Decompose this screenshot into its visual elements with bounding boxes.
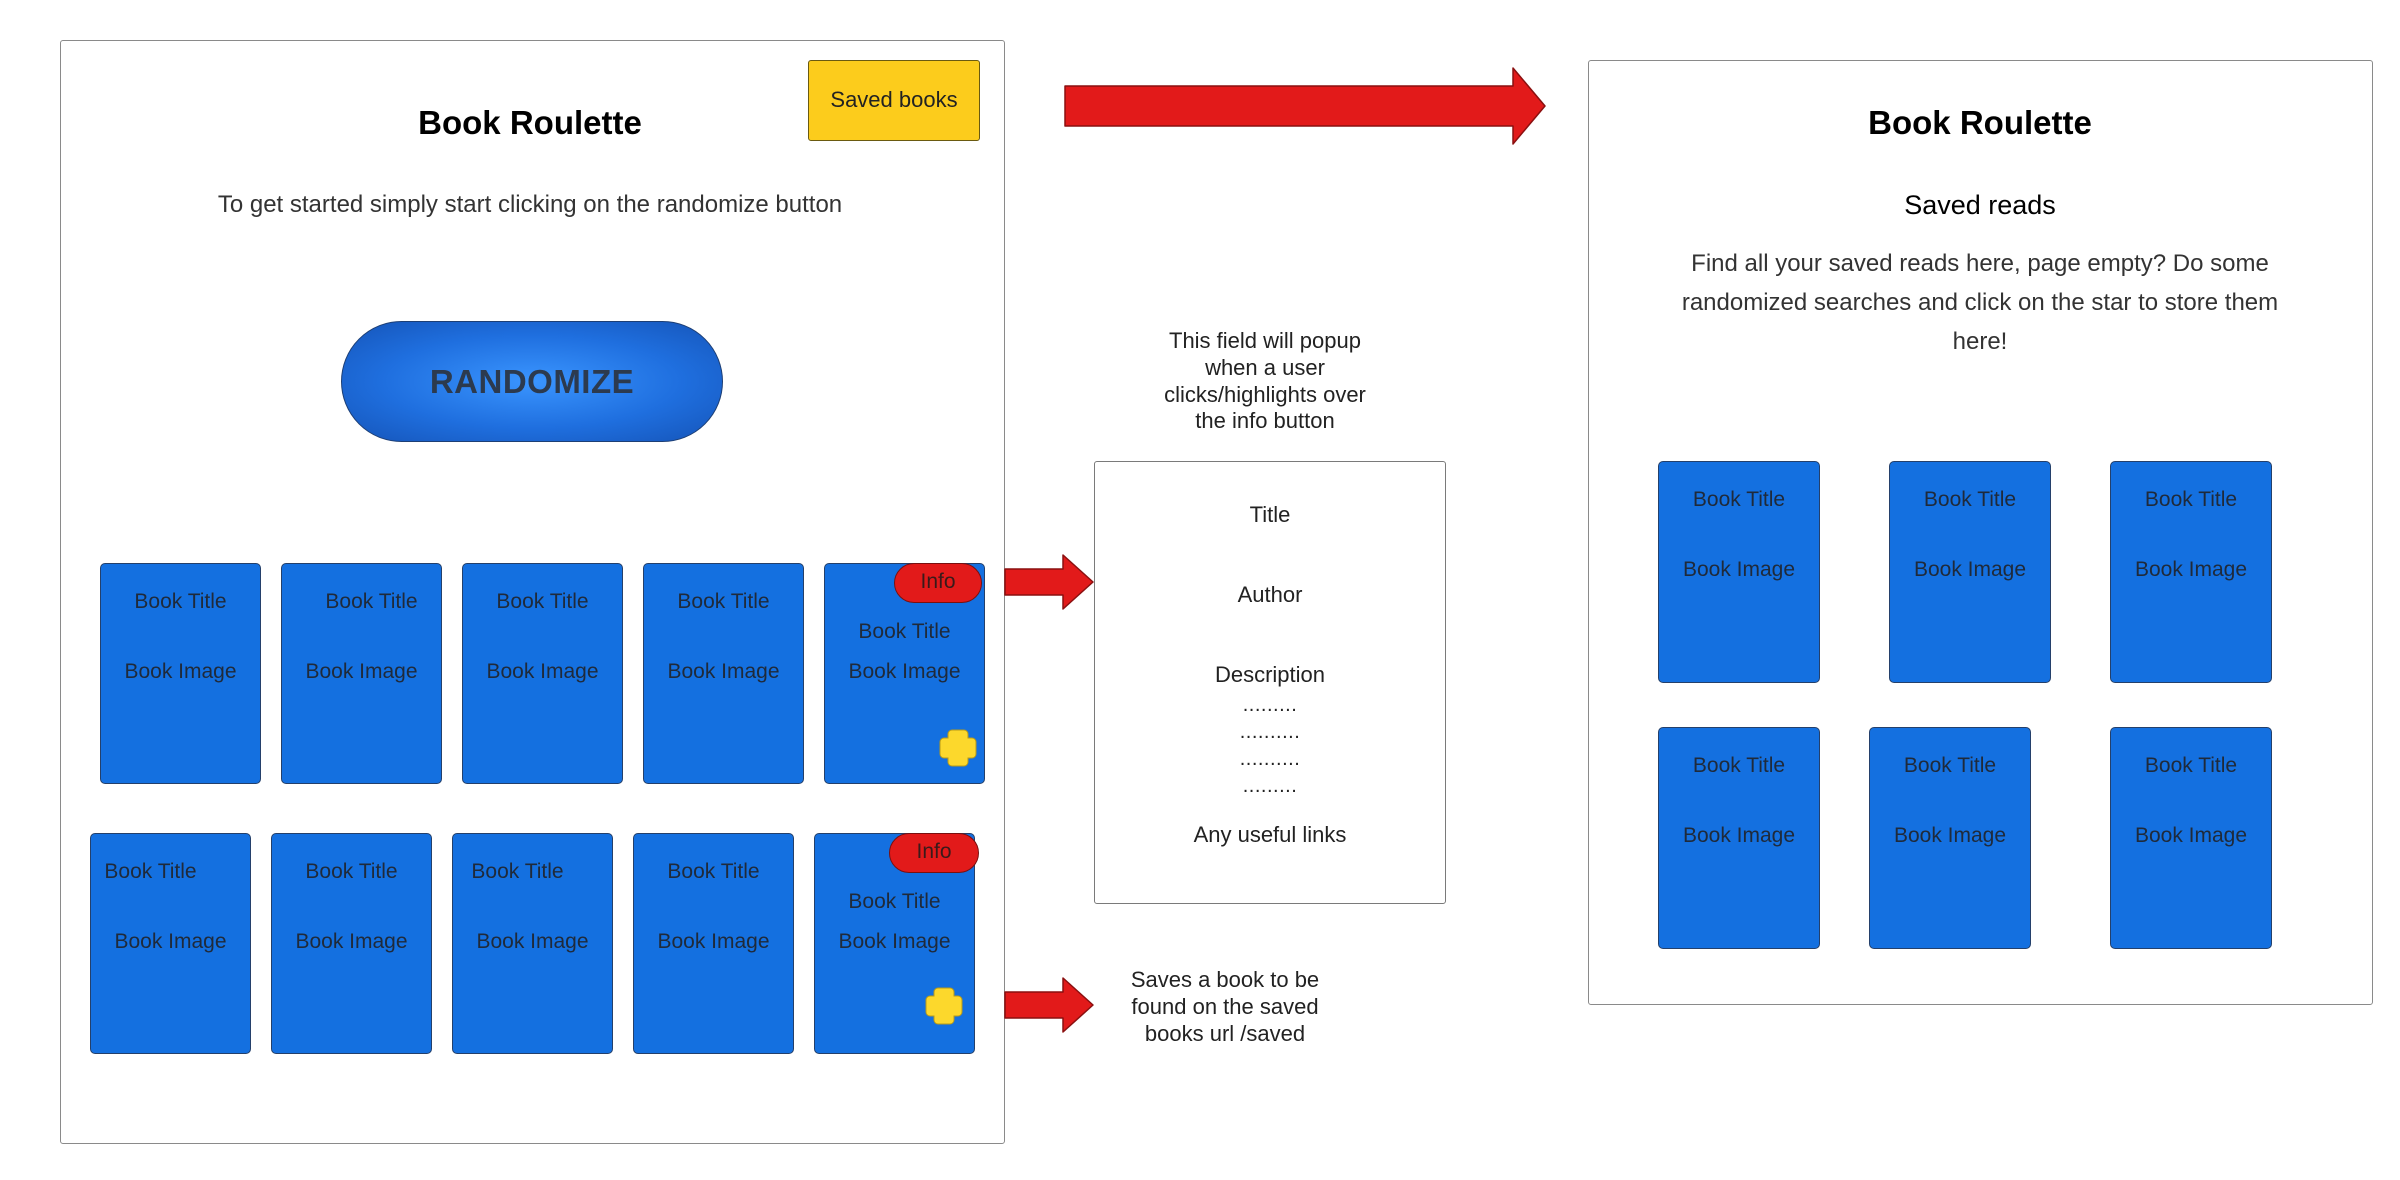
star-icon[interactable] (924, 986, 964, 1026)
book-image: Book Image (838, 930, 951, 953)
book-title: Book Title (471, 860, 564, 883)
popup-dots: ......... (1242, 775, 1298, 797)
arrow-right-icon (1004, 554, 1094, 610)
book-title: Book Title (677, 590, 770, 613)
book-title: Book Title (496, 590, 589, 613)
book-card[interactable]: Book Title Book Image (643, 563, 804, 784)
saved-book-card[interactable]: Book Title Book Image (2110, 727, 2272, 949)
book-card[interactable]: Book Title Book Image (281, 563, 442, 784)
popup-title: Title (1249, 502, 1291, 527)
book-image: Book Image (1682, 824, 1796, 847)
popup-annotation: This field will popup when a user clicks… (1164, 328, 1366, 434)
book-image: Book Image (1682, 558, 1796, 581)
book-title: Book Title (1923, 488, 2017, 511)
book-title: Book Title (104, 860, 197, 883)
book-title: Book Title (305, 860, 398, 883)
book-image: Book Image (114, 930, 227, 953)
info-button[interactable]: Info (889, 833, 979, 873)
book-card[interactable]: Book Title Book Image (90, 833, 251, 1054)
popup-links[interactable]: Any useful links (1095, 822, 1445, 848)
arrow-right-icon (1064, 67, 1546, 145)
book-card[interactable]: Book Title Book Image (271, 833, 432, 1054)
popup-description: Description (1214, 662, 1326, 687)
book-image: Book Image (295, 930, 408, 953)
book-image: Book Image (667, 660, 780, 683)
book-card[interactable]: Book Title Book Image (452, 833, 613, 1054)
book-title: Book Title (848, 890, 941, 913)
popup-dots: .......... (1239, 721, 1301, 743)
book-card[interactable]: Book Title Book Image (633, 833, 794, 1054)
book-image: Book Image (1893, 824, 2007, 847)
saved-page-description: Find all your saved reads here, page emp… (1681, 250, 2279, 355)
book-image: Book Image (2134, 824, 2248, 847)
book-card[interactable]: Book Title Book Image (462, 563, 623, 784)
saved-page-title: Book Roulette (1868, 104, 2092, 141)
saved-books-button[interactable]: Saved books (808, 60, 980, 141)
book-image: Book Image (657, 930, 770, 953)
saved-book-card[interactable]: Book Title Book Image (1658, 727, 1820, 949)
info-button[interactable]: Info (894, 563, 982, 603)
book-image: Book Image (2134, 558, 2248, 581)
saved-book-card[interactable]: Book Title Book Image (1889, 461, 2051, 683)
star-icon[interactable] (938, 728, 978, 768)
book-title: Book Title (325, 590, 418, 613)
saved-book-card[interactable]: Book Title Book Image (2110, 461, 2272, 683)
popup-author: Author (1237, 582, 1303, 607)
saved-book-card[interactable]: Book Title Book Image (1869, 727, 2031, 949)
book-title: Book Title (667, 860, 760, 883)
book-title: Book Title (1692, 488, 1786, 511)
book-title: Book Title (1903, 754, 1997, 777)
book-image: Book Image (486, 660, 599, 683)
book-title: Book Title (2144, 488, 2238, 511)
main-page-subtitle: To get started simply start clicking on … (217, 191, 843, 218)
book-title: Book Title (1692, 754, 1786, 777)
book-title: Book Title (858, 620, 951, 643)
book-image: Book Image (848, 660, 961, 683)
main-page-title: Book Roulette (418, 104, 642, 141)
book-title: Book Title (134, 590, 227, 613)
book-image: Book Image (1913, 558, 2027, 581)
popup-dots: ......... (1242, 694, 1298, 716)
book-image: Book Image (124, 660, 237, 683)
save-annotation: Saves a book to be found on the saved bo… (1130, 967, 1320, 1046)
book-image: Book Image (305, 660, 418, 683)
book-title: Book Title (2144, 754, 2238, 777)
book-image: Book Image (476, 930, 589, 953)
randomize-button[interactable]: RANDOMIZE (341, 321, 723, 442)
saved-book-card[interactable]: Book Title Book Image (1658, 461, 1820, 683)
info-popup: Title Author Description ......... .....… (1094, 461, 1446, 904)
book-card[interactable]: Book Title Book Image (100, 563, 261, 784)
popup-dots: .......... (1239, 748, 1301, 770)
saved-reads-heading: Saved reads (1904, 190, 2056, 220)
arrow-right-icon (1004, 977, 1094, 1033)
